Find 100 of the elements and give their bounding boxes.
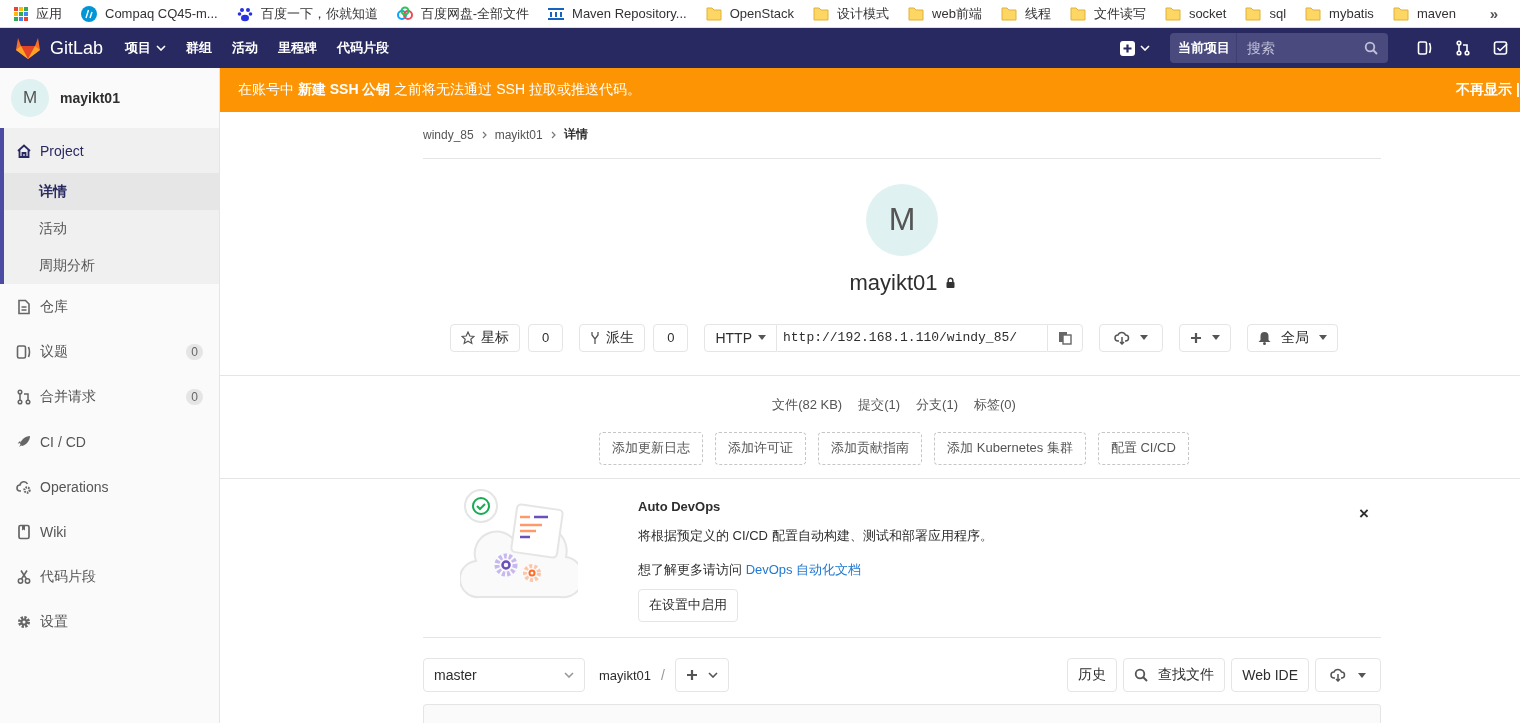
stat-link[interactable]: 标签(0): [974, 395, 1016, 414]
cloud-gear-icon: [16, 478, 32, 495]
count-badge: 0: [186, 388, 203, 405]
bookmark-link[interactable]: maven: [1392, 6, 1456, 21]
history-button[interactable]: 历史: [1067, 658, 1118, 692]
add-menu-button[interactable]: [1179, 323, 1231, 352]
close-button[interactable]: ×: [1359, 503, 1369, 524]
issues-icon: [1417, 40, 1433, 56]
fork-button[interactable]: 派生: [579, 323, 646, 352]
sidebar-subitem[interactable]: 周期分析: [4, 247, 219, 284]
sidebar-item[interactable]: 代码片段: [0, 554, 219, 599]
fork-icon: [590, 330, 601, 345]
folder-icon: [705, 6, 722, 21]
notification-dropdown[interactable]: 全局: [1247, 323, 1338, 352]
copy-url-button[interactable]: [1047, 323, 1083, 352]
find-file-button[interactable]: 查找文件: [1123, 658, 1226, 692]
stat-link[interactable]: 提交(1): [858, 395, 901, 414]
quick-add-button[interactable]: 添加许可证: [715, 431, 807, 465]
folder-icon: [1069, 6, 1086, 21]
bookmark-link[interactable]: 线程: [1000, 4, 1051, 23]
quick-add-button[interactable]: 添加 Kubernetes 集群: [934, 431, 1086, 465]
protocol-dropdown[interactable]: HTTP: [704, 323, 777, 352]
sidebar-subitem[interactable]: 详情: [4, 173, 219, 210]
nav-menu-item[interactable]: 项目: [125, 39, 167, 57]
chevron-down-icon: [564, 672, 574, 678]
breadcrumb-link[interactable]: windy_85: [423, 127, 474, 142]
merge-request-icon: [1455, 40, 1471, 56]
add-file-menu-button[interactable]: [674, 658, 729, 692]
star-icon: [461, 330, 475, 345]
breadcrumb-link[interactable]: mayikt01: [494, 127, 543, 142]
chevron-right-icon: [550, 130, 556, 139]
download-cloud-icon: [1114, 330, 1130, 345]
caret-icon: [1319, 335, 1327, 341]
count-badge: 0: [653, 323, 689, 352]
nav-menu-item[interactable]: 代码片段: [337, 39, 390, 57]
bookmark-link[interactable]: 设计模式: [813, 4, 889, 23]
todo-check-button[interactable]: [1493, 40, 1509, 56]
auto-devops-description: 将根据预定义的 CI/CD 配置自动构建、测试和部署应用程序。: [638, 526, 993, 545]
merge-request-button[interactable]: [1455, 40, 1471, 56]
sidebar-subitem[interactable]: 活动: [4, 210, 219, 247]
plus-icon: [685, 669, 698, 681]
path-separator: /: [661, 667, 665, 683]
bookmark-link[interactable]: web前端: [908, 4, 982, 23]
bookmark-link[interactable]: OpenStack: [705, 6, 794, 21]
path-segment[interactable]: mayikt01: [599, 667, 652, 683]
folder-icon: [813, 6, 829, 21]
star-button[interactable]: 星标: [450, 323, 520, 352]
search-scope-button[interactable]: 当前项目: [1170, 33, 1237, 63]
breadcrumb-current: 详情: [563, 126, 588, 144]
sidebar-item[interactable]: Operations: [0, 464, 219, 509]
branch-select[interactable]: master: [423, 658, 585, 692]
web-ide-button[interactable]: Web IDE: [1231, 658, 1309, 692]
stat-link[interactable]: 文件(82 KB): [772, 395, 843, 414]
sidebar-item[interactable]: Wiki: [0, 509, 219, 554]
search-icon: [1364, 41, 1378, 55]
bookmark-link[interactable]: socket: [1164, 6, 1227, 21]
search-bar[interactable]: 当前项目 搜索: [1170, 33, 1388, 63]
bookmark-link[interactable]: Maven Repository...: [548, 6, 687, 21]
sidebar-item[interactable]: 仓库: [0, 284, 219, 329]
docs-link[interactable]: DevOps 自动化文档: [745, 561, 862, 577]
round-logo-icon: [81, 5, 97, 22]
bookmark-link[interactable]: 文件读写: [1069, 4, 1146, 23]
project-title: mayikt01: [849, 269, 938, 296]
fox-logo-icon: [15, 36, 41, 60]
sidebar-item[interactable]: Project: [4, 128, 219, 173]
bookmark-link[interactable]: Compaq CQ45-m...: [81, 5, 218, 22]
learn-more-text: 想了解更多请访问 DevOps 自动化文档: [638, 560, 863, 579]
quick-add-button[interactable]: 配置 CI/CD: [1097, 431, 1189, 465]
caret-icon: [1140, 335, 1148, 341]
sidebar-item[interactable]: 合并请求 0: [0, 374, 219, 419]
sidebar-item[interactable]: 议题 0: [0, 329, 219, 374]
issues-button[interactable]: [1417, 40, 1433, 56]
bookmark-link[interactable]: 应用: [14, 4, 62, 23]
stat-link[interactable]: 分支(1): [916, 395, 958, 414]
copy-icon: [1058, 330, 1072, 345]
gitlab-home-link[interactable]: GitLab: [15, 36, 104, 60]
chevron-right-icon: [481, 130, 487, 139]
quick-add-button[interactable]: 添加更新日志: [599, 431, 704, 465]
caret-icon: [1212, 335, 1220, 341]
bookmark-link[interactable]: 百度网盘-全部文件: [396, 4, 530, 23]
clone-url-field[interactable]: http://192.168.1.110/windy_85/: [777, 323, 1047, 352]
download-button[interactable]: [1099, 323, 1163, 352]
bookmarks-overflow-button[interactable]: »: [1489, 5, 1498, 22]
bookmark-link[interactable]: 百度一下，你就知道: [236, 4, 378, 23]
sidebar-item[interactable]: 设置: [0, 599, 219, 644]
bookmark-link[interactable]: sql: [1245, 6, 1287, 21]
enable-in-settings-button[interactable]: 在设置中启用: [638, 588, 738, 622]
nav-menu-item[interactable]: 活动: [232, 39, 259, 57]
sidebar-item[interactable]: CI / CD: [0, 419, 219, 464]
search-icon: [1134, 668, 1149, 682]
settings-icon: [16, 613, 32, 630]
quick-add-button[interactable]: 添加贡献指南: [818, 431, 923, 465]
scissors-icon: [16, 568, 32, 585]
search-field[interactable]: 搜索: [1237, 39, 1364, 57]
count-badge: 0: [186, 343, 203, 360]
download-button[interactable]: [1315, 658, 1381, 692]
nav-menu-item[interactable]: 群组: [186, 39, 213, 57]
bookmark-link[interactable]: mybatis: [1305, 6, 1374, 21]
rocket-icon: [16, 433, 32, 450]
nav-menu-item[interactable]: 里程碑: [278, 39, 318, 57]
